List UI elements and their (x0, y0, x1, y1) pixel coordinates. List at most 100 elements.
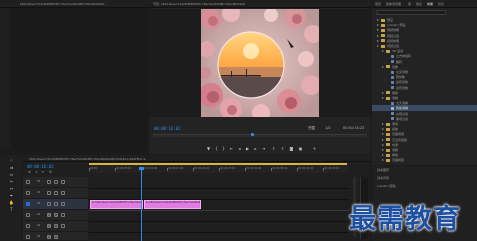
track-lock-icon[interactable] (47, 180, 51, 184)
ruler-label: 00:00:45:00 (324, 167, 340, 170)
essential-graphics-item[interactable]: 基本图形 (372, 167, 477, 173)
export-frame-icon[interactable]: ◙ (289, 146, 294, 151)
track-visibility-icon[interactable] (61, 191, 65, 195)
track-solo-icon[interactable]: S (54, 235, 58, 239)
track-mute-icon[interactable]: M (47, 224, 51, 228)
track-output-icon[interactable] (54, 180, 58, 184)
type-tool-icon[interactable]: T (9, 207, 14, 212)
slip-tool-icon[interactable]: ↔ (9, 186, 14, 191)
essential-sound-item[interactable]: 基本声音 (372, 175, 477, 181)
source-patch-a1[interactable] (26, 213, 30, 217)
timeline-playhead[interactable] (141, 169, 142, 241)
track-solo-icon[interactable]: S (54, 224, 58, 228)
track-label[interactable]: V1 (35, 202, 42, 206)
track-header-a3: A3 M S (23, 232, 88, 241)
work-area-bar[interactable] (89, 163, 347, 165)
toggle-sync-lock-icon[interactable] (26, 224, 30, 228)
add-marker-icon[interactable]: ▾ (42, 170, 44, 174)
pen-tool-icon[interactable]: ✒ (9, 193, 14, 198)
comparison-view-icon[interactable]: ▣ (298, 146, 303, 151)
track-label[interactable]: V2 (35, 191, 42, 195)
program-quality-dropdown[interactable]: 1/2 (325, 126, 331, 130)
track-header-a1: A1 M S (23, 210, 88, 221)
program-fit-dropdown[interactable]: 完整 (308, 126, 315, 131)
effects-tab-0[interactable]: 项目 (375, 2, 381, 6)
program-playhead-marker[interactable] (251, 133, 254, 136)
track-mute-icon[interactable]: M (47, 213, 51, 217)
effects-tab-5[interactable]: 标记 (438, 2, 444, 6)
track-label[interactable]: A3 (35, 235, 42, 239)
tree-item[interactable]: 页面剥落 (372, 157, 477, 163)
mark-in-icon[interactable]: { (214, 146, 219, 151)
timeline-ruler[interactable]: 00:00 00:00:05:00 00:00:10:00 00:00:15:0… (89, 163, 349, 173)
program-tabbar: 节目: b6b7abee71b4db9f6f0f45c76ec5ed9bd8fc… (149, 0, 371, 8)
program-video-frame (201, 9, 319, 117)
track-mute-icon[interactable]: M (47, 235, 51, 239)
timeline-clip[interactable]: fx b6b7abee71b4db9f6f0f45c76ec5ed9bd8f (144, 200, 201, 209)
ripple-edit-tool-icon[interactable]: ⇔ (9, 172, 14, 177)
toggle-sync-lock-icon[interactable] (26, 235, 30, 239)
track-header-a2: A2 M S (23, 221, 88, 232)
effects-tree: 预设 Lumetri 预设 音频效果 音频过渡 视频效果 视频过渡 3D 运动 … (372, 17, 477, 165)
snap-icon[interactable]: ⊕ (28, 170, 31, 174)
timeline-timecode[interactable]: 00:00:16:02 (27, 164, 54, 169)
track-label[interactable]: A2 (35, 224, 42, 228)
effects-tab-4[interactable]: 效果 (427, 2, 433, 6)
track-header-v3: V3 (23, 177, 88, 188)
source-left-strip (0, 8, 10, 148)
timeline-clip[interactable]: fx b6b7abee71b4db9f6f0f45c76ec5ed9 (90, 200, 143, 209)
add-button-icon[interactable]: + (312, 146, 317, 151)
go-to-in-icon[interactable]: ⇤ (229, 146, 234, 151)
timeline-playhead-handle[interactable] (139, 167, 144, 170)
marker-icon[interactable]: ▼ (206, 146, 211, 151)
effects-tabbar: 项目 媒体浏览器 库 信息 效果 标记 (372, 0, 477, 8)
program-scrub-bar[interactable] (153, 134, 367, 137)
track-visibility-icon[interactable] (61, 202, 65, 206)
toggle-sync-lock-icon[interactable] (26, 191, 30, 195)
ruler-label: 00:00 (90, 167, 98, 170)
timeline-tab[interactable]: b6b7abee71b4db9f6f0f45c76ec5ed9bd8fc1f0a… (29, 157, 349, 161)
track-select-tool-icon[interactable]: ⇉ (9, 165, 14, 170)
extract-icon[interactable]: ⇪ (280, 146, 285, 151)
hand-tool-icon[interactable]: ✋ (9, 200, 14, 205)
track-header-v1: V1 (23, 199, 88, 210)
lumetri-color-item[interactable]: Lumetri 颜色 (372, 183, 477, 189)
source-tabbar: b6b7abee71b4db9f6f0f45c76ec5ed9bd8fc1f0a… (0, 0, 148, 8)
track-lock-icon[interactable] (47, 191, 51, 195)
track-label[interactable]: A1 (35, 213, 42, 217)
track-voiceover-icon[interactable] (61, 213, 65, 217)
track-visibility-icon[interactable] (61, 180, 65, 184)
track-lock-icon[interactable] (47, 202, 51, 206)
ruler-label: 00:00:05:00 (116, 167, 132, 170)
go-to-out-icon[interactable]: ⇥ (261, 146, 266, 151)
track-lanes[interactable]: fx b6b7abee71b4db9f6f0f45c76ec5ed9 fx b6… (89, 177, 349, 241)
step-back-icon[interactable]: ◂ (237, 146, 242, 151)
linked-selection-icon[interactable]: ∞ (35, 170, 38, 174)
lift-icon[interactable]: ⇧ (271, 146, 276, 151)
track-voiceover-icon[interactable] (61, 224, 65, 228)
effects-tab-1[interactable]: 媒体浏览器 (386, 2, 401, 6)
timeline-settings-icon[interactable]: ⚙ (49, 170, 52, 174)
ruler-label: 00:00:10:00 (142, 167, 158, 170)
ruler-label: 00:00:35:00 (272, 167, 288, 170)
source-empty-area (10, 8, 148, 148)
ruler-label: 00:00:15:00 (168, 167, 184, 170)
source-tab[interactable]: b6b7abee71b4db9f6f0f45c76ec5ed9bd8fc1f0a… (20, 2, 140, 6)
ruler-label: 00:00:30:00 (246, 167, 262, 170)
track-solo-icon[interactable]: S (54, 213, 58, 217)
effects-search-input[interactable]: ⌕ (376, 10, 446, 15)
play-icon[interactable]: ▶ (245, 146, 250, 151)
selection-tool-icon[interactable]: ↖ (9, 158, 14, 163)
mark-out-icon[interactable]: } (221, 146, 226, 151)
track-output-icon[interactable] (54, 202, 58, 206)
track-output-icon[interactable] (54, 191, 58, 195)
program-current-timecode[interactable]: 00:00:16:02 (154, 126, 181, 131)
program-tab[interactable]: 节目: b6b7abee71b4db9f6f0f45c76ec5ed9bd8fc… (153, 2, 363, 6)
toggle-sync-lock-icon[interactable] (26, 180, 30, 184)
razor-tool-icon[interactable]: ✂ (9, 179, 14, 184)
effects-tab-3[interactable]: 信息 (416, 2, 422, 6)
step-forward-icon[interactable]: ▸ (253, 146, 258, 151)
effects-tab-2[interactable]: 库 (408, 2, 411, 6)
track-label[interactable]: V3 (35, 180, 42, 184)
source-patch-v1[interactable] (26, 202, 30, 206)
